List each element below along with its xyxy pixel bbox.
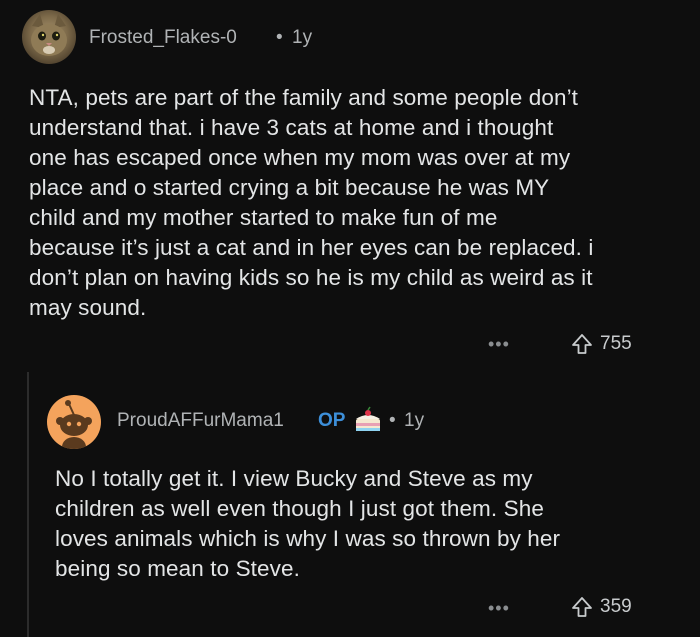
thread-line[interactable] — [27, 372, 29, 637]
comment-line: may sound. — [29, 295, 147, 320]
comment-age: 1y — [292, 27, 313, 48]
reply-body: No I totally get it. I view Bucky and St… — [55, 464, 675, 584]
more-options-icon[interactable]: ••• — [488, 334, 510, 355]
reply-username[interactable]: ProudAFFurMama1 — [117, 410, 284, 432]
comment-line: because it’s just a cat and in her eyes … — [29, 235, 594, 260]
reply-avatar[interactable] — [47, 395, 101, 449]
meta-separator: • — [276, 27, 283, 48]
upvote-arrow-icon[interactable] — [570, 595, 594, 619]
upvote-control[interactable]: 359 — [570, 595, 632, 619]
comment-line: one has escaped once when my mom was ove… — [29, 145, 571, 170]
reply-line: children as well even though I just got … — [55, 496, 544, 521]
comment-line: don’t plan on having kids so he is my ch… — [29, 265, 593, 290]
vote-count: 755 — [600, 333, 632, 354]
op-badge: OP — [318, 410, 346, 431]
comment-line: child and my mother started to make fun … — [29, 205, 498, 230]
cat-avatar-icon — [31, 14, 67, 56]
upvote-arrow-icon[interactable] — [570, 332, 594, 356]
reply-line: being so mean to Steve. — [55, 556, 300, 581]
more-options-icon[interactable]: ••• — [488, 598, 510, 619]
snoo-avatar-icon — [56, 400, 92, 449]
reply-line: No I totally get it. I view Bucky and St… — [55, 466, 533, 491]
reply-age: 1y — [404, 410, 425, 431]
comment-line: understand that. i have 3 cats at home a… — [29, 115, 554, 140]
comment-line: place and o started crying a bit because… — [29, 175, 550, 200]
user-avatar[interactable] — [22, 10, 76, 64]
comment-line: NTA, pets are part of the family and som… — [29, 85, 579, 110]
reply-line: loves animals which is why I was so thro… — [55, 526, 561, 551]
comment-username[interactable]: Frosted_Flakes-0 — [89, 27, 237, 49]
comment-body: NTA, pets are part of the family and som… — [29, 83, 689, 323]
meta-separator: • — [389, 410, 396, 431]
cake-flair-icon — [352, 405, 384, 442]
vote-count: 359 — [600, 596, 632, 617]
upvote-control[interactable]: 755 — [570, 332, 632, 356]
